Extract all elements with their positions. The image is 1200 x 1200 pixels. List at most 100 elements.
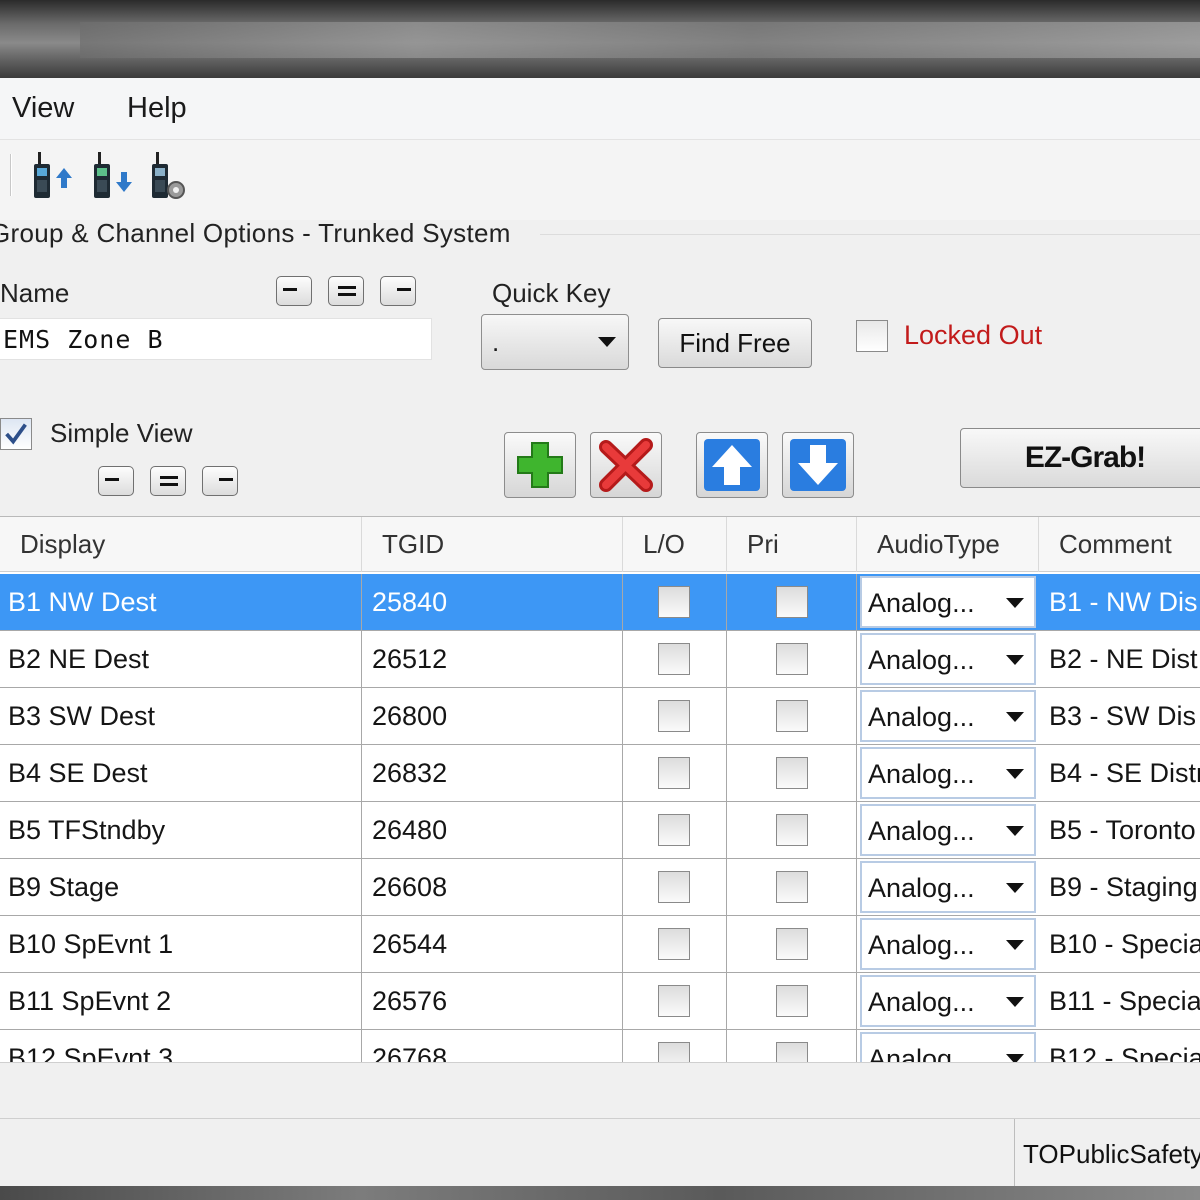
- cell-comment[interactable]: B12 - Specia: [1041, 1030, 1200, 1062]
- table-row[interactable]: B10 SpEvnt 1 26544 Analog... B10 - Specia: [0, 916, 1200, 973]
- cell-display[interactable]: B11 SpEvnt 2: [0, 973, 362, 1030]
- column-header-comment[interactable]: Comment: [1039, 517, 1200, 572]
- audio-type-select[interactable]: Analog...: [860, 747, 1036, 799]
- cell-display[interactable]: B12 SpEvnt 3: [0, 1030, 362, 1062]
- radio-settings-button[interactable]: [146, 148, 194, 206]
- table-row[interactable]: B1 NW Dest 25840 Analog... B1 - NW Dis: [0, 574, 1200, 631]
- priority-checkbox[interactable]: [776, 928, 808, 960]
- lockout-checkbox[interactable]: [658, 643, 690, 675]
- name-align-right-button[interactable]: [380, 276, 416, 306]
- lockout-checkbox[interactable]: [658, 928, 690, 960]
- priority-checkbox[interactable]: [776, 814, 808, 846]
- table-row[interactable]: B12 SpEvnt 3 26768 Analog... B12 - Specia: [0, 1030, 1200, 1062]
- simple-align-left-button[interactable]: [98, 466, 134, 496]
- priority-checkbox[interactable]: [776, 643, 808, 675]
- audio-type-value: Analog...: [868, 930, 975, 960]
- audio-type-select[interactable]: Analog...: [860, 1032, 1036, 1062]
- lockout-checkbox[interactable]: [658, 871, 690, 903]
- menu-view[interactable]: View: [12, 92, 74, 125]
- cell-display[interactable]: B3 SW Dest: [0, 688, 362, 745]
- cell-pri: [727, 688, 857, 745]
- name-align-center-button[interactable]: [328, 276, 364, 306]
- cell-comment[interactable]: B11 - Specia: [1041, 973, 1200, 1030]
- find-free-button[interactable]: Find Free: [658, 318, 812, 368]
- simple-align-center-button[interactable]: [150, 466, 186, 496]
- status-bar: TOPublicSafety: [0, 1118, 1200, 1187]
- name-align-left-button[interactable]: [276, 276, 312, 306]
- lockout-checkbox[interactable]: [658, 1042, 690, 1062]
- cell-tgid[interactable]: 26608: [362, 859, 623, 916]
- cell-comment[interactable]: B1 - NW Dis: [1041, 574, 1200, 631]
- priority-checkbox[interactable]: [776, 1042, 808, 1062]
- table-row[interactable]: B11 SpEvnt 2 26576 Analog... B11 - Specia: [0, 973, 1200, 1030]
- cell-tgid[interactable]: 26800: [362, 688, 623, 745]
- ez-grab-button[interactable]: EZ-Grab!: [960, 428, 1200, 488]
- audio-type-select[interactable]: Analog...: [860, 633, 1036, 685]
- add-channel-button[interactable]: [504, 432, 576, 498]
- priority-checkbox[interactable]: [776, 757, 808, 789]
- cell-lo: [623, 859, 727, 916]
- priority-checkbox[interactable]: [776, 985, 808, 1017]
- lockout-checkbox[interactable]: [658, 985, 690, 1017]
- chevron-down-icon: [1006, 712, 1024, 722]
- cell-display[interactable]: B10 SpEvnt 1: [0, 916, 362, 973]
- lockout-checkbox[interactable]: [658, 814, 690, 846]
- audio-type-select[interactable]: Analog...: [860, 861, 1036, 913]
- priority-checkbox[interactable]: [776, 871, 808, 903]
- lockout-checkbox[interactable]: [658, 586, 690, 618]
- radio-write-button[interactable]: [88, 148, 136, 206]
- cell-tgid[interactable]: 26832: [362, 745, 623, 802]
- move-down-button[interactable]: [782, 432, 854, 498]
- table-row[interactable]: B9 Stage 26608 Analog... B9 - Staging: [0, 859, 1200, 916]
- audio-type-select[interactable]: Analog...: [860, 918, 1036, 970]
- cell-tgid[interactable]: 26768: [362, 1030, 623, 1062]
- cell-tgid[interactable]: 26544: [362, 916, 623, 973]
- column-header-display[interactable]: Display: [0, 517, 362, 572]
- locked-out-checkbox[interactable]: [856, 320, 888, 352]
- delete-channel-button[interactable]: [590, 432, 662, 498]
- cell-comment[interactable]: B4 - SE Distr: [1041, 745, 1200, 802]
- column-header-tgid[interactable]: TGID: [362, 517, 623, 572]
- cell-tgid[interactable]: 26480: [362, 802, 623, 859]
- quick-key-select[interactable]: .: [481, 314, 629, 370]
- cell-comment[interactable]: B10 - Specia: [1041, 916, 1200, 973]
- priority-checkbox[interactable]: [776, 700, 808, 732]
- audio-type-select[interactable]: Analog...: [860, 690, 1036, 742]
- table-row[interactable]: B2 NE Dest 26512 Analog... B2 - NE Dist: [0, 631, 1200, 688]
- cell-display[interactable]: B9 Stage: [0, 859, 362, 916]
- column-header-lo[interactable]: L/O: [623, 517, 727, 572]
- cell-comment[interactable]: B9 - Staging: [1041, 859, 1200, 916]
- cell-comment[interactable]: B3 - SW Dis: [1041, 688, 1200, 745]
- simple-view-checkbox[interactable]: [0, 418, 32, 450]
- cell-lo: [623, 802, 727, 859]
- lockout-checkbox[interactable]: [658, 700, 690, 732]
- audio-type-select[interactable]: Analog...: [860, 975, 1036, 1027]
- audio-type-select[interactable]: Analog...: [860, 804, 1036, 856]
- cell-display[interactable]: B4 SE Dest: [0, 745, 362, 802]
- cell-comment[interactable]: B2 - NE Dist: [1041, 631, 1200, 688]
- table-row[interactable]: B5 TFStndby 26480 Analog... B5 - Toronto: [0, 802, 1200, 859]
- priority-checkbox[interactable]: [776, 586, 808, 618]
- cell-display[interactable]: B1 NW Dest: [0, 574, 362, 631]
- cell-comment[interactable]: B5 - Toronto: [1041, 802, 1200, 859]
- cell-tgid[interactable]: 26576: [362, 973, 623, 1030]
- chevron-down-icon: [1006, 997, 1024, 1007]
- cell-tgid[interactable]: 26512: [362, 631, 623, 688]
- column-header-pri[interactable]: Pri: [727, 517, 857, 572]
- simple-align-right-button[interactable]: [202, 466, 238, 496]
- column-header-audiotype[interactable]: AudioType: [857, 517, 1039, 572]
- name-input[interactable]: EMS Zone B: [0, 318, 432, 360]
- table-row[interactable]: B3 SW Dest 26800 Analog... B3 - SW Dis: [0, 688, 1200, 745]
- move-up-button[interactable]: [696, 432, 768, 498]
- cell-display[interactable]: B5 TFStndby: [0, 802, 362, 859]
- lockout-checkbox[interactable]: [658, 757, 690, 789]
- table-row[interactable]: B4 SE Dest 26832 Analog... B4 - SE Distr: [0, 745, 1200, 802]
- cell-display[interactable]: B2 NE Dest: [0, 631, 362, 688]
- radio-read-button[interactable]: [28, 148, 76, 206]
- cell-tgid[interactable]: 25840: [362, 574, 623, 631]
- cell-lo: [623, 574, 727, 631]
- chevron-down-icon: [1006, 826, 1024, 836]
- menu-help[interactable]: Help: [127, 92, 187, 125]
- cell-lo: [623, 1030, 727, 1062]
- audio-type-select[interactable]: Analog...: [860, 576, 1036, 628]
